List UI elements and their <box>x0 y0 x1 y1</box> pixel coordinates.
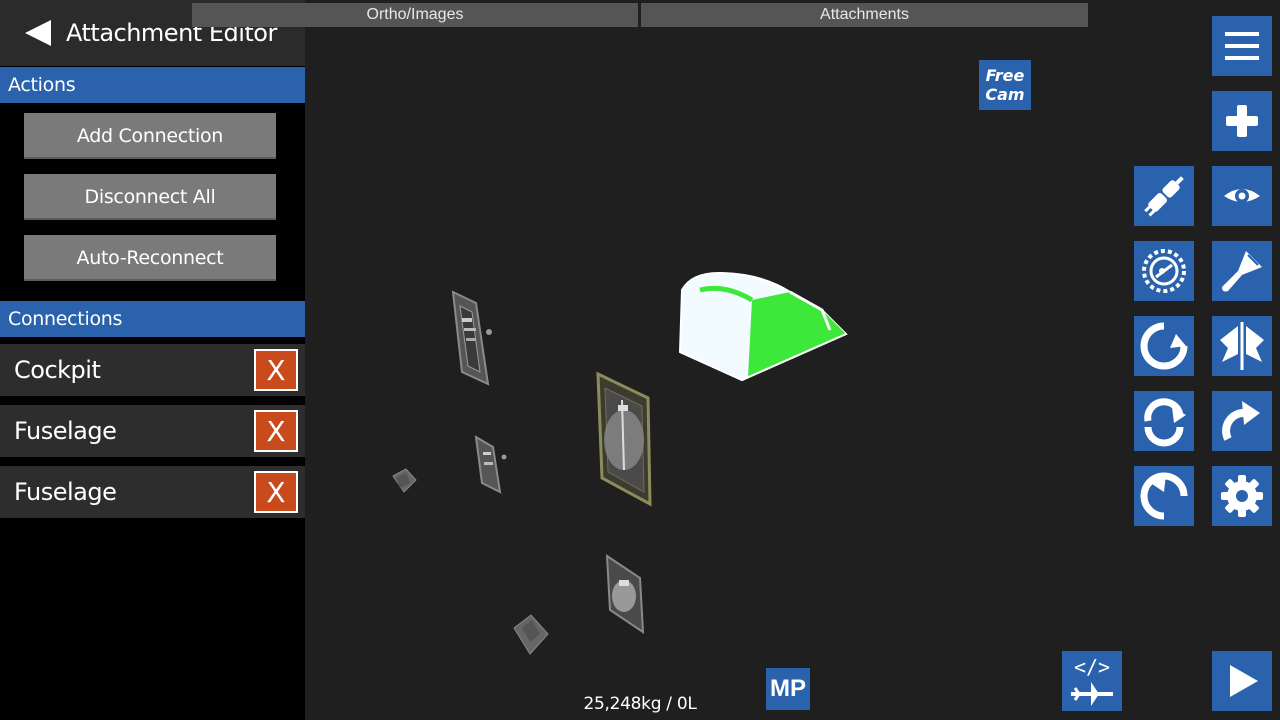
mp-button[interactable]: MP <box>766 668 810 710</box>
menu-button[interactable] <box>1212 16 1272 76</box>
add-part-icon <box>1226 105 1258 137</box>
rotate-cw-button[interactable] <box>1134 391 1194 451</box>
connection-label: Fuselage <box>14 478 117 506</box>
attachment-editor-panel: Attachment Editor Actions Add Connection… <box>0 0 305 720</box>
connect-plug-icon <box>1144 176 1184 217</box>
app-root: Attachment Editor Actions Add Connection… <box>0 0 1280 720</box>
back-arrow-icon[interactable] <box>25 20 51 46</box>
tab-attachments[interactable]: Attachments <box>641 3 1088 27</box>
free-cam-line2: Cam <box>985 85 1025 104</box>
free-cam-button[interactable]: Free Cam <box>979 60 1031 110</box>
paint-button[interactable] <box>1212 241 1272 301</box>
gyro-button[interactable] <box>1134 241 1194 301</box>
mass-readout: 25,248kg / 0L <box>583 694 697 714</box>
undo-icon <box>1140 472 1188 520</box>
connection-label: Fuselage <box>14 417 117 445</box>
symmetry-button[interactable] <box>1212 316 1272 376</box>
connection-label: Cockpit <box>14 356 101 384</box>
connect-button[interactable] <box>1134 166 1194 226</box>
connection-row-fuselage[interactable]: Fuselage X <box>0 405 305 457</box>
symmetry-icon <box>1220 322 1264 370</box>
settings-button[interactable] <box>1212 466 1272 526</box>
fuselage-part-lower-panel[interactable] <box>605 554 645 634</box>
cockpit-part[interactable] <box>678 271 848 382</box>
code-plane-button[interactable]: </> <box>1062 651 1122 711</box>
fuselage-part-small-frame[interactable] <box>474 435 507 494</box>
connection-row-cockpit[interactable]: Cockpit X <box>0 344 305 396</box>
connection-row-fuselage[interactable]: Fuselage X <box>0 466 305 518</box>
rotate-button[interactable] <box>1134 316 1194 376</box>
rotate-cw-icon <box>1144 398 1186 447</box>
undo-button[interactable] <box>1134 466 1194 526</box>
auto-reconnect-button[interactable]: Auto-Reconnect <box>24 235 276 281</box>
menu-icon <box>1225 32 1259 60</box>
remove-connection-button[interactable]: X <box>254 349 298 391</box>
play-button[interactable] <box>1212 651 1272 711</box>
fuselage-part-frame[interactable] <box>451 290 492 386</box>
redo-button[interactable] <box>1212 391 1272 451</box>
svg-text:</>: </> <box>1074 655 1110 679</box>
remove-connection-button[interactable]: X <box>254 410 298 452</box>
code-plane-icon: </> <box>1071 655 1113 706</box>
small-block-part[interactable] <box>392 468 417 493</box>
view-button[interactable] <box>1212 166 1272 226</box>
remove-connection-button[interactable]: X <box>254 471 298 513</box>
actions-section-header: Actions <box>0 67 305 103</box>
disconnect-all-button[interactable]: Disconnect All <box>24 174 276 220</box>
paint-brush-icon <box>1222 251 1262 292</box>
tab-ortho-images[interactable]: Ortho/Images <box>192 3 638 27</box>
fuselage-part-panel[interactable] <box>596 371 652 507</box>
settings-icon <box>1221 475 1263 517</box>
add-part-button[interactable] <box>1212 91 1272 151</box>
connections-section-header: Connections <box>0 301 305 337</box>
gyro-gear-icon <box>1142 249 1186 293</box>
small-block-part[interactable] <box>513 614 549 655</box>
rotate-icon <box>1140 322 1188 370</box>
free-cam-line1: Free <box>985 66 1025 85</box>
add-connection-button[interactable]: Add Connection <box>24 113 276 159</box>
play-icon <box>1230 665 1258 697</box>
view-eye-icon <box>1224 189 1260 203</box>
redo-icon <box>1222 401 1260 441</box>
